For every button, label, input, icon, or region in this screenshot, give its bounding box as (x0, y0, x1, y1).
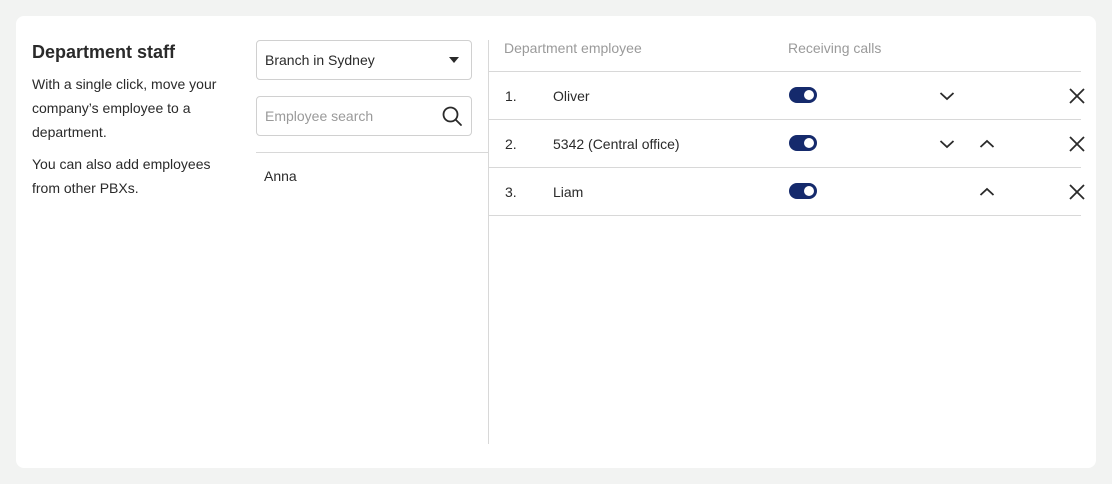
receiving-calls-toggle[interactable] (789, 135, 817, 151)
receiving-calls-toggle[interactable] (789, 87, 817, 103)
chevron-up-icon[interactable] (976, 181, 998, 203)
intro-text-secondary: You can also add employees from other PB… (32, 156, 211, 196)
employee-name: 5342 (Central office) (553, 135, 680, 152)
table-row: 2. 5342 (Central office) (489, 120, 1085, 168)
intro-text: With a single click, move your company’s… (32, 76, 217, 140)
divider (256, 152, 488, 153)
employee-picker: Branch in Sydney Anna (256, 40, 488, 444)
close-icon[interactable] (1066, 85, 1088, 107)
employee-search (256, 96, 472, 136)
branch-select[interactable]: Branch in Sydney (256, 40, 472, 80)
available-employee-item[interactable]: Anna (264, 164, 297, 188)
row-number: 3. (505, 183, 517, 200)
branch-select-value: Branch in Sydney (265, 52, 375, 68)
row-number: 1. (505, 87, 517, 104)
caret-down-icon (449, 57, 459, 63)
employee-search-input[interactable] (265, 108, 425, 124)
intro-section: Department staff With a single click, mo… (32, 40, 232, 200)
header-receiving-calls: Receiving calls (788, 40, 882, 56)
chevron-down-icon[interactable] (936, 133, 958, 155)
close-icon[interactable] (1066, 181, 1088, 203)
table-row: 3. Liam (489, 168, 1085, 216)
department-staff-card: Department staff With a single click, mo… (16, 16, 1096, 468)
employee-name: Oliver (553, 87, 590, 104)
receiving-calls-toggle[interactable] (789, 183, 817, 199)
close-icon[interactable] (1066, 133, 1088, 155)
page-title: Department staff (32, 42, 176, 62)
employee-name: Liam (553, 183, 584, 200)
table-header: Department employee Receiving calls (489, 40, 1081, 72)
row-number: 2. (505, 135, 517, 152)
chevron-down-icon[interactable] (936, 85, 958, 107)
chevron-up-icon[interactable] (976, 133, 998, 155)
department-employees-table: Department employee Receiving calls 1. O… (489, 40, 1085, 216)
table-row: 1. Oliver (489, 72, 1085, 120)
header-department-employee: Department employee (504, 40, 642, 56)
search-icon[interactable] (441, 105, 463, 127)
